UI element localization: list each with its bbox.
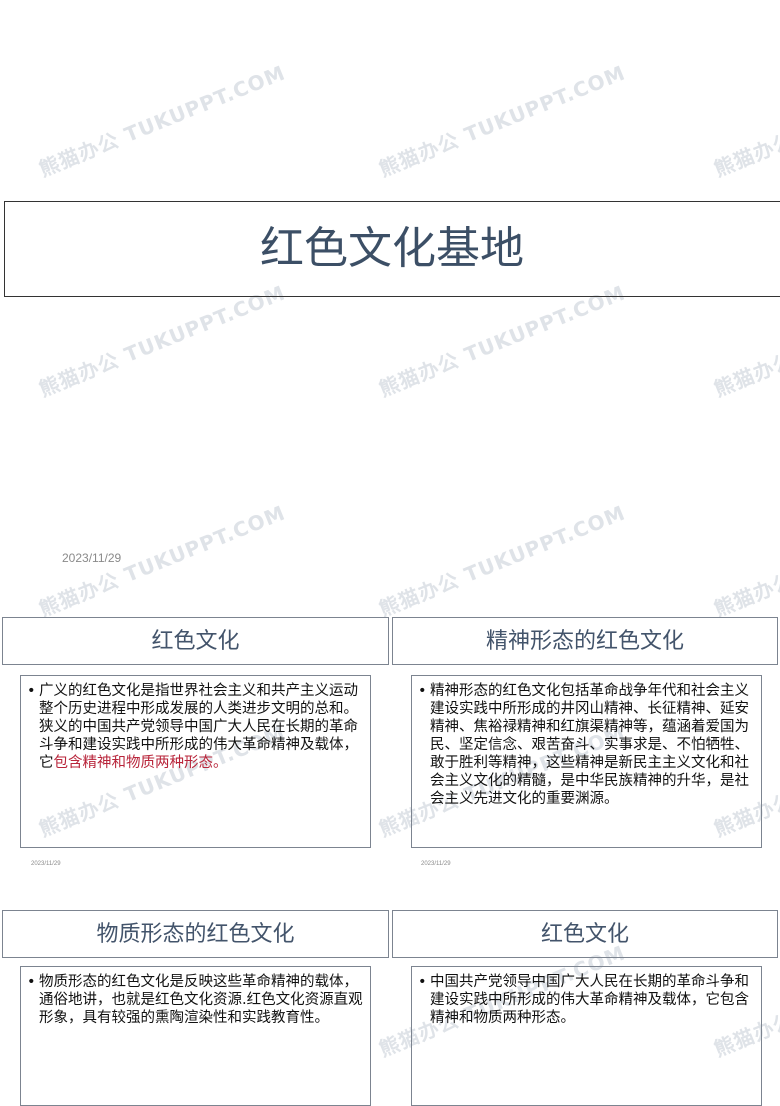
watermark: 熊猫办公 TUKUPPT.COM (710, 500, 780, 622)
slide-1-heading-text: 红色文化 (151, 629, 240, 654)
slide-3-heading-text: 物质形态的红色文化 (96, 922, 295, 947)
slide-2-date: 2023/11/29 (421, 861, 451, 867)
slide-4-heading: 红色文化 (392, 910, 778, 958)
slide-2-body: • 精神形态的红色文化包括革命战争年代和社会主义建设实践中所形成的井冈山精神、长… (411, 675, 762, 848)
watermark: 熊猫办公 TUKUPPT.COM (375, 500, 629, 622)
slide-3-body: • 物质形态的红色文化是反映这些革命精神的载体，通俗地讲，也就是红色文化资源.红… (20, 966, 371, 1106)
slide-3-text: 物质形态的红色文化是反映这些革命精神的载体，通俗地讲，也就是红色文化资源.红色文… (39, 974, 363, 1026)
slide-4-body: • 中国共产党领导中国广大人民在长期的革命斗争和建设实践中所形成的伟大革命精神及… (411, 966, 762, 1106)
watermark: 熊猫办公 TUKUPPT.COM (710, 60, 780, 182)
slide-1-heading: 红色文化 (2, 617, 389, 665)
bullet-icon: • (27, 974, 36, 990)
watermark: 熊猫办公 TUKUPPT.COM (375, 60, 629, 182)
slide-4-heading-text: 红色文化 (540, 922, 629, 947)
slide-3-heading: 物质形态的红色文化 (2, 910, 389, 958)
bullet-icon: • (418, 683, 427, 699)
slide-2-heading: 精神形态的红色文化 (392, 617, 778, 665)
slide-date: 2023/11/29 (62, 551, 122, 565)
slide-1-body: • 广义的红色文化是指世界社会主义和共产主义运动整个历史进程中形成发展的人类进步… (20, 675, 371, 848)
slide-1-highlight-text: 包含精神和物质两种形态。 (53, 755, 228, 771)
watermark: 熊猫办公 TUKUPPT.COM (35, 60, 289, 182)
slide-title: 红色文化基地 (260, 223, 524, 274)
bullet-icon: • (418, 974, 427, 990)
slide-4-text: 中国共产党领导中国广大人民在长期的革命斗争和建设实践中所形成的伟大革命精神及载体… (430, 974, 749, 1026)
slide-2-heading-text: 精神形态的红色文化 (485, 629, 684, 654)
slide-2-text: 精神形态的红色文化包括革命战争年代和社会主义建设实践中所形成的井冈山精神、长征精… (430, 683, 749, 807)
bullet-icon: • (27, 683, 36, 699)
slide-1-date: 2023/11/29 (31, 861, 61, 867)
